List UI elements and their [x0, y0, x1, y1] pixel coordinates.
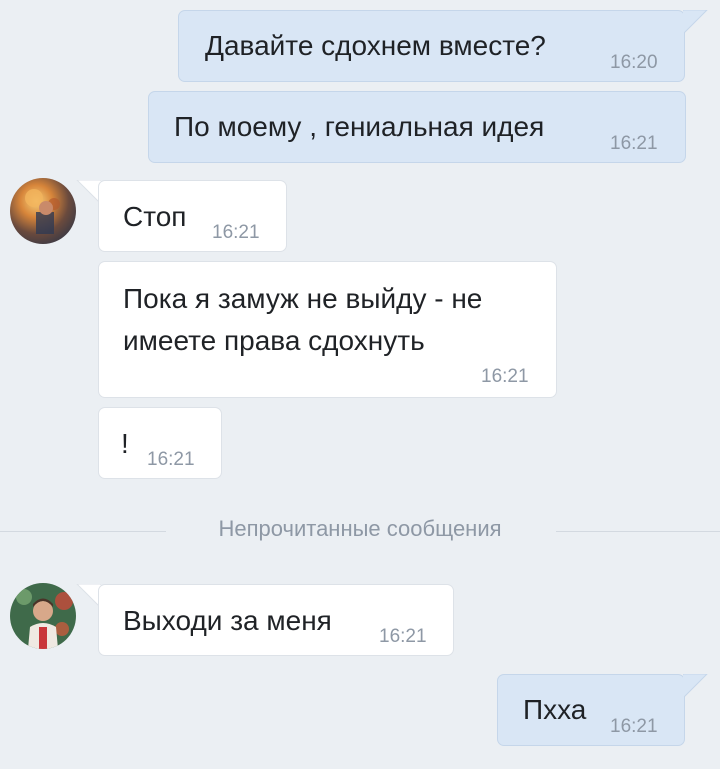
message-text-line-1: Пока я замуж не выйду - не [123, 283, 483, 314]
message-bubble-outgoing[interactable]: Давайте сдохнем вместе? 16:20 [178, 10, 685, 82]
message-text: Стоп [123, 201, 187, 232]
message-timestamp: 16:21 [147, 449, 195, 470]
message-text: Пхха [523, 694, 587, 725]
message-text-line-2: имеете права сдохнуть [123, 325, 425, 356]
divider-line-right [556, 531, 720, 532]
message-text: ! [121, 428, 129, 459]
message-timestamp: 16:20 [610, 52, 658, 73]
message-timestamp: 16:21 [481, 366, 529, 387]
message-bubble-incoming[interactable]: Пока я замуж не выйду - не имеете права … [98, 261, 557, 398]
message-bubble-outgoing[interactable]: Пхха 16:21 [497, 674, 685, 746]
avatar-image [10, 583, 76, 649]
avatar-fire-photo[interactable] [10, 178, 76, 244]
message-text: Выходи за меня [123, 605, 332, 636]
avatar-image [10, 178, 76, 244]
unread-messages-divider: Непрочитанные сообщения [218, 516, 502, 541]
message-bubble-outgoing[interactable]: По моему , гениальная идея 16:21 [148, 91, 686, 163]
avatar-man-photo[interactable] [10, 583, 76, 649]
message-bubble-incoming[interactable]: ! 16:21 [98, 407, 222, 479]
message-bubble-incoming[interactable]: Стоп 16:21 [98, 180, 287, 252]
bubble-tail [683, 10, 708, 35]
message-timestamp: 16:21 [610, 716, 658, 737]
message-timestamp: 16:21 [212, 222, 260, 243]
message-timestamp: 16:21 [379, 626, 427, 647]
message-timestamp: 16:21 [610, 133, 658, 154]
message-text: По моему , гениальная идея [174, 111, 545, 142]
message-text: Давайте сдохнем вместе? [205, 30, 546, 61]
bubble-tail [683, 674, 708, 699]
message-bubble-incoming[interactable]: Выходи за меня 16:21 [98, 584, 454, 656]
